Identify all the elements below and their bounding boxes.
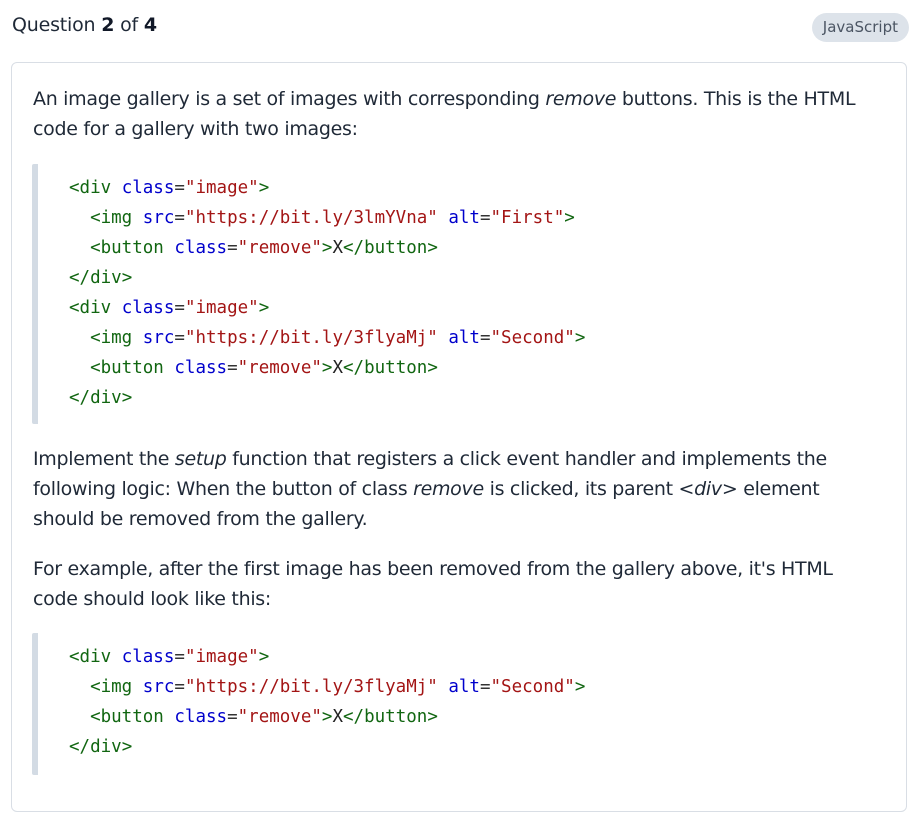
task-text-c: is clicked, its parent [483,478,679,500]
code-block-gallery: <div class="image"> <img src="https://bi… [32,164,872,424]
question-prefix: Question [12,14,102,36]
question-counter: Question 2 of 4 [12,14,157,36]
intro-text-a: An image gallery is a set of images with… [33,88,546,110]
code-line: <img src="https://bit.ly/3flyaMj" alt="S… [90,677,586,697]
code-line: </div> [69,388,133,408]
task-emphasis-div: <div> [678,478,738,500]
question-total: 4 [143,14,157,36]
code-line: <div class="image"> [69,178,270,198]
code-line: <button class="remove">X</button> [90,358,438,378]
question-card: An image gallery is a set of images with… [11,62,907,812]
code-line: <img src="https://bit.ly/3flyaMj" alt="S… [90,328,586,348]
code-line: </div> [69,737,133,757]
task-emphasis-remove: remove [413,478,484,500]
code-line: <button class="remove">X</button> [90,707,438,727]
question-header: Question 2 of 4 JavaScript [12,13,909,43]
code-line: <img src="https://bit.ly/3lmYVna" alt="F… [90,208,575,228]
language-badge: JavaScript [811,13,909,42]
task-text-a: Implement the [33,448,175,470]
question-intro-paragraph: An image gallery is a set of images with… [33,84,873,144]
task-paragraph: Implement the setup function that regist… [33,444,873,534]
question-of: of [114,14,144,36]
task-emphasis-setup: setup [174,448,227,470]
question-number: 2 [101,14,115,36]
code-line: <div class="image"> [69,298,270,318]
code-line: </div> [69,268,133,288]
intro-emphasis-remove: remove [545,88,617,110]
code-block-example: <div class="image"> <img src="https://bi… [32,633,872,775]
code-line: <div class="image"> [69,647,270,667]
example-paragraph: For example, after the first image has b… [33,558,833,610]
code-line: <button class="remove">X</button> [90,238,438,258]
